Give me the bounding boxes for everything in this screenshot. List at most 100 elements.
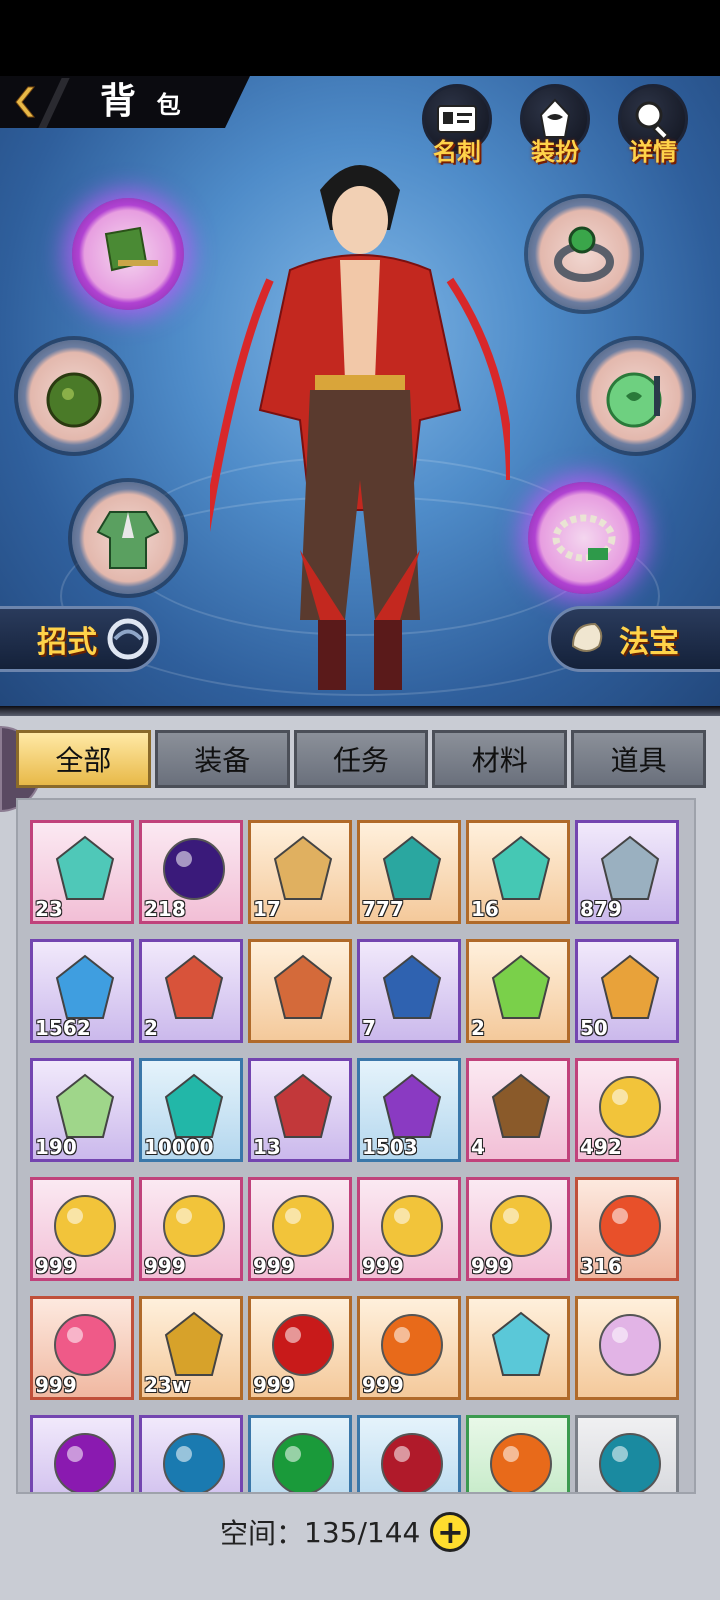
equip-slot-robe[interactable] xyxy=(72,482,184,594)
treasure-chest-icon xyxy=(491,1073,551,1138)
inventory-item[interactable] xyxy=(466,1296,570,1400)
purple-orb-icon xyxy=(54,1433,116,1492)
green-hat-icon xyxy=(104,226,158,272)
inventory-item[interactable]: 316 xyxy=(575,1177,679,1281)
inventory-item[interactable] xyxy=(248,1415,352,1492)
item-count: 50 xyxy=(580,1016,608,1040)
green-robe-icon xyxy=(96,511,160,569)
item-count: 879 xyxy=(580,897,622,921)
inventory-item[interactable] xyxy=(139,1415,243,1492)
inventory-item[interactable]: 50 xyxy=(575,939,679,1043)
blue-orb-icon xyxy=(163,1433,225,1492)
item-count: 316 xyxy=(580,1254,622,1278)
inventory-item[interactable] xyxy=(575,1296,679,1400)
equip-slot-jade-pendant[interactable] xyxy=(580,340,692,452)
item-count: 4 xyxy=(471,1135,485,1159)
page-title: 背 包 xyxy=(100,81,185,122)
inventory-item[interactable] xyxy=(357,1415,461,1492)
inventory-item[interactable]: 1562 xyxy=(30,939,134,1043)
moves-button[interactable]: 招式 xyxy=(0,606,160,672)
item-count: 999 xyxy=(362,1254,404,1278)
panel-top-edge xyxy=(0,706,720,716)
green-pouch-icon xyxy=(46,372,102,428)
inventory-item[interactable]: 999 xyxy=(248,1296,352,1400)
crimson-orb-icon xyxy=(381,1433,443,1492)
item-count: 13 xyxy=(253,1135,281,1159)
rename-card-icon xyxy=(491,1311,551,1376)
item-count: 999 xyxy=(362,1373,404,1397)
item-count: 492 xyxy=(580,1135,622,1159)
inventory-item[interactable]: 999 xyxy=(357,1296,461,1400)
item-count: 2 xyxy=(471,1016,485,1040)
teal-orb-icon xyxy=(599,1433,661,1492)
item-count: 999 xyxy=(253,1254,295,1278)
inventory-item[interactable]: 777 xyxy=(357,820,461,924)
tab-equipment[interactable]: 装备 xyxy=(154,730,290,788)
back-chevron-icon xyxy=(15,86,36,118)
jade-ring-icon xyxy=(554,226,614,282)
swirl-icon xyxy=(107,618,149,660)
item-count: 1503 xyxy=(362,1135,418,1159)
tab-materials[interactable]: 材料 xyxy=(432,730,568,788)
inventory-item[interactable]: 1503 xyxy=(357,1058,461,1162)
costume-button[interactable]: 装扮 xyxy=(516,84,594,168)
equip-slot-pouch[interactable] xyxy=(18,340,130,452)
inventory-item[interactable]: 999 xyxy=(248,1177,352,1281)
inventory-item[interactable]: 492 xyxy=(575,1058,679,1162)
item-count: 16 xyxy=(471,897,499,921)
inventory-item[interactable]: 16 xyxy=(466,820,570,924)
pearl-orb-icon xyxy=(599,1314,661,1376)
item-count: 218 xyxy=(144,897,186,921)
inventory-item[interactable]: 190 xyxy=(30,1058,134,1162)
item-count: 7 xyxy=(362,1016,376,1040)
tab-items[interactable]: 道具 xyxy=(571,730,706,788)
inventory-item[interactable]: 10000 xyxy=(139,1058,243,1162)
inventory-item[interactable]: 17 xyxy=(248,820,352,924)
details-button[interactable]: 详情 xyxy=(614,84,692,168)
storage-space: 空间： 135/144 + xyxy=(220,1510,471,1554)
equip-slot-ring[interactable] xyxy=(528,198,640,310)
item-grid-container[interactable]: 23 218 17 777 16 879 1562 2 7 2 50 190 10000 13 1503 4 4… xyxy=(16,798,696,1494)
space-value: 135/144 xyxy=(304,1515,421,1549)
inventory-item[interactable]: 879 xyxy=(575,820,679,924)
inventory-item[interactable]: 999 xyxy=(139,1177,243,1281)
inventory-item[interactable]: 999 xyxy=(30,1177,134,1281)
green-potion-icon xyxy=(491,954,551,1019)
tab-quest[interactable]: 任务 xyxy=(293,730,429,788)
equip-slot-bracelet[interactable] xyxy=(528,482,640,594)
item-count: 23w xyxy=(144,1373,191,1397)
equip-slot-hat[interactable] xyxy=(72,198,184,310)
blue-powder-icon xyxy=(382,954,442,1019)
inventory-item[interactable]: 23w xyxy=(139,1296,243,1400)
green-orb-icon xyxy=(272,1433,334,1492)
inventory-item[interactable]: 4 xyxy=(466,1058,570,1162)
inventory-item[interactable]: 999 xyxy=(30,1296,134,1400)
inventory-item[interactable]: 23 xyxy=(30,820,134,924)
item-count: 999 xyxy=(35,1254,77,1278)
status-bar xyxy=(0,0,720,76)
inventory-item[interactable]: 999 xyxy=(466,1177,570,1281)
conch-icon xyxy=(571,622,603,652)
bead-bracelet-icon xyxy=(552,514,616,562)
item-count: 999 xyxy=(471,1254,513,1278)
expand-space-button[interactable]: + xyxy=(430,1512,471,1552)
inventory-item[interactable]: 218 xyxy=(139,820,243,924)
item-count: 23 xyxy=(35,897,63,921)
inventory-item[interactable]: 13 xyxy=(248,1058,352,1162)
tab-all[interactable]: 全部 xyxy=(16,730,151,788)
inventory-item[interactable] xyxy=(248,939,352,1043)
inventory-item[interactable] xyxy=(575,1415,679,1492)
inventory-item[interactable] xyxy=(466,1415,570,1492)
treasure-button[interactable]: 法宝 xyxy=(548,606,720,672)
inventory-item[interactable]: 7 xyxy=(357,939,461,1043)
inventory-item[interactable] xyxy=(30,1415,134,1492)
item-count: 999 xyxy=(253,1373,295,1397)
inventory-item[interactable]: 999 xyxy=(357,1177,461,1281)
category-tabs: 全部 装备 任务 材料 道具 xyxy=(16,730,706,788)
character-figure xyxy=(210,165,510,690)
jade-pendant-icon xyxy=(606,372,662,428)
inventory-item[interactable]: 2 xyxy=(466,939,570,1043)
back-button[interactable] xyxy=(8,84,42,120)
inventory-item[interactable]: 2 xyxy=(139,939,243,1043)
item-count: 1562 xyxy=(35,1016,91,1040)
